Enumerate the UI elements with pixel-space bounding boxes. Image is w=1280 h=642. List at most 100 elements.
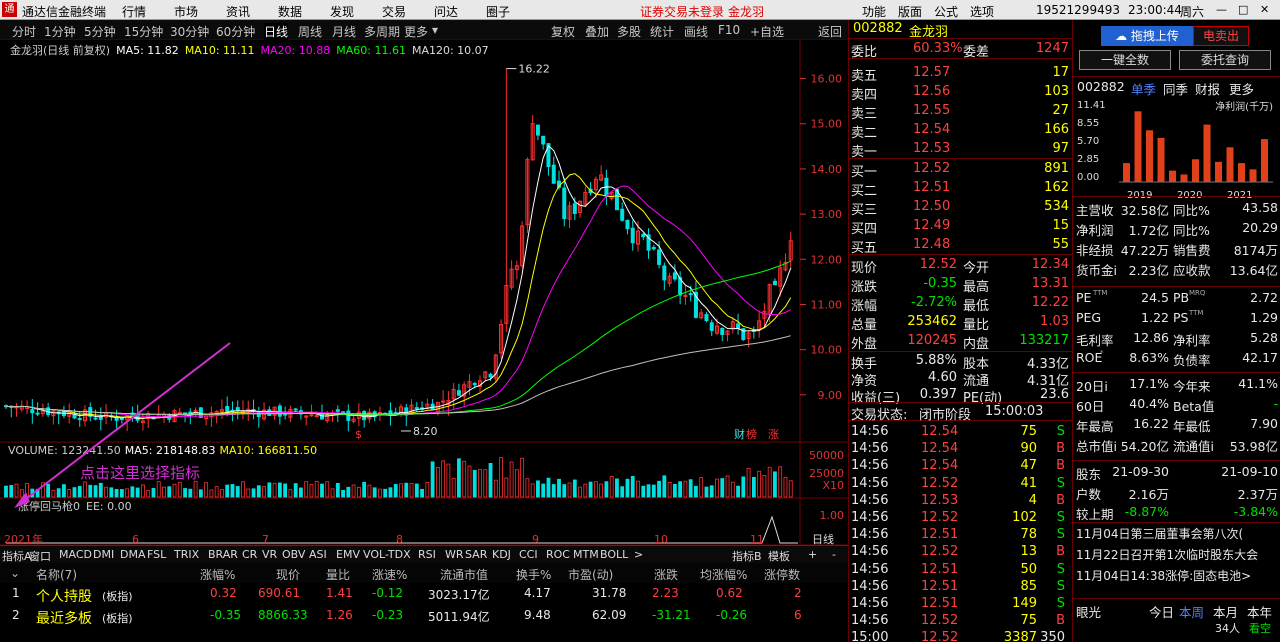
period-5min[interactable]: 5分钟 xyxy=(84,23,116,40)
menu-item-market[interactable]: 市场 xyxy=(174,3,198,20)
col-pe[interactable]: 市盈(动) xyxy=(568,566,613,583)
period-1min[interactable]: 1分钟 xyxy=(44,23,76,40)
menu-item-ask[interactable]: 问达 xyxy=(434,3,458,20)
sort-icon[interactable]: ⌄ xyxy=(10,566,20,580)
indicator-tab-18[interactable]: CCI xyxy=(519,548,538,561)
window-minimize-icon[interactable]: — xyxy=(1216,3,1227,16)
indicator-tab-5[interactable]: FSL xyxy=(147,548,166,561)
order-query-button[interactable]: 委托查询 xyxy=(1179,50,1271,70)
news-badge[interactable]: 涨 xyxy=(768,428,779,441)
list-header: ⌄ 名称(7) 涨幅% 现价 量比 涨速% 流通市值 换手% 市盈(动) 涨跌 … xyxy=(0,563,848,583)
period-more[interactable]: 更多 xyxy=(404,23,428,40)
tick-time: 14:56 xyxy=(851,613,889,629)
indicator-tab-2[interactable]: MACD xyxy=(59,548,92,561)
indicator-tab-20[interactable]: MTM xyxy=(573,548,599,561)
indicator-tab-17[interactable]: KDJ xyxy=(492,548,511,561)
indicator-tab-3[interactable]: DMI xyxy=(93,548,114,561)
toolbar-multi[interactable]: 多股 xyxy=(617,23,641,40)
toolbar-overlay[interactable]: 叠加 xyxy=(585,23,609,40)
news-item[interactable]: 11月22日召开第1次临时股东大会 xyxy=(1076,546,1280,563)
news-item[interactable]: 11月04日14:38涨停:固态电池> xyxy=(1076,567,1280,584)
col-speed[interactable]: 涨速% xyxy=(372,566,407,583)
menu-item-discover[interactable]: 发现 xyxy=(330,3,354,20)
indicator-tab-21[interactable]: BOLL xyxy=(600,548,628,561)
login-status[interactable]: 证券交易未登录 xyxy=(640,3,724,20)
sell-button[interactable]: 电卖出 xyxy=(1193,26,1249,46)
indicator-tab-4[interactable]: DMA xyxy=(120,548,146,561)
news-badge[interactable]: 榜 xyxy=(746,427,757,441)
list-cell-name[interactable]: 最近多板 xyxy=(36,608,92,628)
col-price[interactable]: 现价 xyxy=(276,566,300,583)
toolbar-adjust[interactable]: 复权 xyxy=(551,23,575,40)
tick-row: 14:56 12.52 41 S xyxy=(849,475,1072,494)
volume-bar xyxy=(414,483,419,498)
col-vol-ratio[interactable]: 量比 xyxy=(326,566,350,583)
price-tick-label: 13.00 xyxy=(811,208,843,221)
indicator-tab-26[interactable]: - xyxy=(832,548,836,561)
indicator-tab-14[interactable]: RSI xyxy=(418,548,436,561)
upload-button[interactable]: ☁ 拖拽上传 xyxy=(1101,26,1193,46)
toolbar-stats[interactable]: 统计 xyxy=(650,23,674,40)
menu-item-quotes[interactable]: 行情 xyxy=(122,3,146,20)
indicator-tab-23[interactable]: 指标B xyxy=(732,548,762,564)
period-15min[interactable]: 15分钟 xyxy=(124,23,163,40)
news-item[interactable]: 11月04日第三届董事会第八次( xyxy=(1076,525,1280,542)
col-diff[interactable]: 涨跌 xyxy=(654,566,678,583)
col-turnover[interactable]: 换手% xyxy=(516,566,551,583)
menu-layout[interactable]: 版面 xyxy=(898,3,922,20)
indicator-tab-12[interactable]: EMV xyxy=(336,548,360,561)
col-avg[interactable]: 均涨幅% xyxy=(700,566,747,583)
fin-bar xyxy=(1238,163,1245,182)
buy-all-button[interactable]: 一键全数 xyxy=(1079,50,1171,70)
menu-item-circle[interactable]: 圈子 xyxy=(486,3,510,20)
menu-item-news[interactable]: 资讯 xyxy=(226,3,250,20)
window-close-icon[interactable]: ✕ xyxy=(1260,3,1269,16)
period-timeshare[interactable]: 分时 xyxy=(12,23,36,40)
period-monthly[interactable]: 月线 xyxy=(332,23,356,40)
indicator-tab-8[interactable]: CR xyxy=(242,548,257,561)
info-label-a: PE xyxy=(1076,290,1092,305)
indicator-tab-10[interactable]: OBV xyxy=(282,548,305,561)
indicator-tab-19[interactable]: ROC xyxy=(546,548,570,561)
toolbar-back[interactable]: 返回 xyxy=(818,23,842,40)
menu-options[interactable]: 选项 xyxy=(970,3,994,20)
indicator-tab-11[interactable]: ASI xyxy=(309,548,327,561)
kline-chart[interactable]: 16.00 15.00 14.00 13.00 12.00 11.00 10.00 9.00 1… xyxy=(0,40,848,545)
weibi-row: 委比 60.33% 委差 1247 xyxy=(849,40,1072,60)
menu-formula[interactable]: 公式 xyxy=(934,3,958,20)
col-change[interactable]: 涨幅% xyxy=(200,566,235,583)
toolbar-draw[interactable]: 画线 xyxy=(684,23,708,40)
period-weekly[interactable]: 周线 xyxy=(298,23,322,40)
volume-bar xyxy=(667,481,672,498)
indicator-tab-15[interactable]: WR xyxy=(445,548,464,561)
col-cap[interactable]: 流通市值 xyxy=(440,566,488,583)
user-phone[interactable]: 19521299493 xyxy=(1036,3,1120,17)
indicator-tab-1[interactable]: 窗口 xyxy=(29,548,51,564)
period-daily[interactable]: 日线 xyxy=(264,23,289,40)
volume-bar xyxy=(109,487,114,498)
period-multi[interactable]: 多周期 xyxy=(364,23,400,40)
toolbar-add-fav[interactable]: +自选 xyxy=(750,23,784,40)
col-name[interactable]: 名称(7) xyxy=(36,566,77,583)
news-badge[interactable]: 财 xyxy=(734,427,745,441)
indicator-tab-22[interactable]: > xyxy=(634,548,643,561)
col-limit[interactable]: 涨停数 xyxy=(764,566,800,583)
period-60min[interactable]: 60分钟 xyxy=(216,23,255,40)
indicator-tab-7[interactable]: BRAR xyxy=(208,548,238,561)
indicator-tab-24[interactable]: 模板 xyxy=(768,548,790,564)
indicator-tab-6[interactable]: TRIX xyxy=(174,548,199,561)
menu-item-trade[interactable]: 交易 xyxy=(382,3,406,20)
menu-function[interactable]: 功能 xyxy=(862,3,886,20)
menu-item-data[interactable]: 数据 xyxy=(278,3,302,20)
indicator-tab-9[interactable]: VR xyxy=(262,548,277,561)
chevron-down-icon[interactable]: ▾ xyxy=(432,23,438,37)
list-cell-name[interactable]: 个人持股 xyxy=(36,586,92,606)
indicator-tab-16[interactable]: SAR xyxy=(465,548,487,561)
indicator-tab-25[interactable]: + xyxy=(808,548,817,561)
toolbar-f10[interactable]: F10 xyxy=(718,23,740,37)
stat-row: 外盘 120245 内盘 133217 xyxy=(849,332,1072,352)
window-maximize-icon[interactable]: □ xyxy=(1238,3,1248,16)
indicator-tab-13[interactable]: VOL-TDX xyxy=(363,548,411,561)
indicator-tab-0[interactable]: 指标A xyxy=(2,548,32,564)
period-30min[interactable]: 30分钟 xyxy=(170,23,209,40)
